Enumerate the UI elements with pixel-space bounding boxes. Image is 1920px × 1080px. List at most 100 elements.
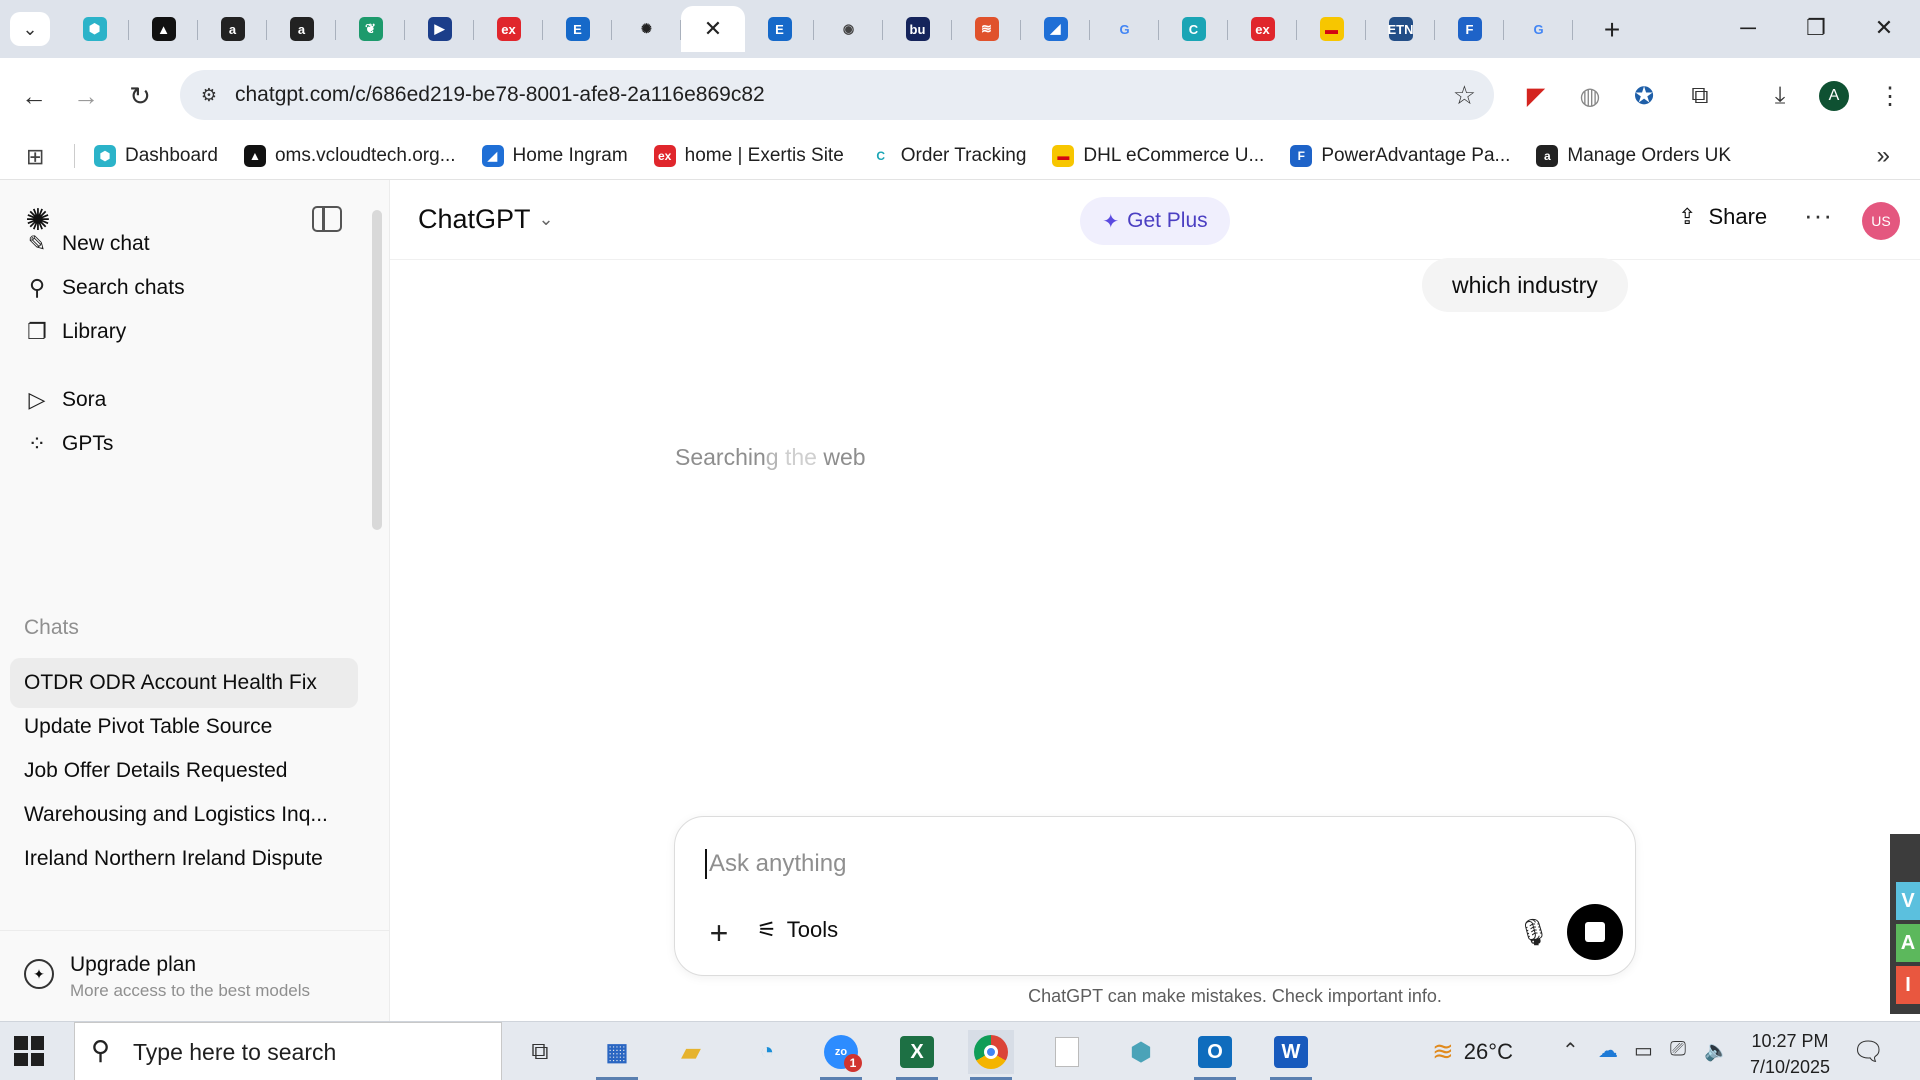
bookmark-item[interactable]: ▲ oms.vcloudtech.org... (243, 142, 456, 170)
add-attachment-button[interactable]: + (701, 915, 737, 951)
edge-widget[interactable]: V A I (1890, 834, 1920, 1014)
network-icon[interactable]: ⎚ (1670, 1038, 1686, 1061)
back-button[interactable]: ← (14, 76, 54, 116)
notepad-icon[interactable] (1044, 1030, 1090, 1074)
chevron-up-icon[interactable]: ⌃ (1562, 1038, 1579, 1063)
chat-history-item[interactable]: OTDR ODR Account Health Fix (10, 658, 358, 708)
close-tab-icon[interactable]: ✕ (704, 16, 722, 42)
file-explorer-icon[interactable]: ▰ (668, 1030, 714, 1074)
calculator-icon[interactable]: ▦ (594, 1030, 640, 1080)
get-plus-button[interactable]: ✦ Get Plus (1080, 197, 1230, 245)
browser-tab[interactable]: bu (883, 6, 952, 52)
system-clock[interactable]: 10:27 PM 7/10/2025 (1740, 1028, 1840, 1080)
site-info-icon[interactable]: ⚙ (196, 82, 222, 108)
active-tab[interactable]: ✕ (681, 6, 745, 52)
bookmark-item[interactable]: ◢ Home Ingram (481, 142, 628, 170)
browser-tab[interactable]: ex (474, 6, 543, 52)
browser-tab[interactable]: ≋ (952, 6, 1021, 52)
browser-tab[interactable]: G (1504, 6, 1573, 52)
browser-tab[interactable]: F (1435, 6, 1504, 52)
stop-generating-button[interactable] (1567, 904, 1623, 960)
chat-history-item[interactable]: Job Offer Details Requested (10, 746, 358, 796)
etn-icon: ETN (1388, 17, 1414, 41)
browser-tab[interactable]: ▲ (129, 6, 198, 52)
apps-grid-icon[interactable]: ⊞ (26, 144, 44, 170)
chat-history-item[interactable]: Update Pivot Table Source (10, 702, 358, 752)
close-window-button[interactable]: ✕ (1850, 8, 1918, 48)
zoom-icon[interactable]: zo 1 (818, 1030, 864, 1080)
more-options-icon[interactable]: ··· (1804, 200, 1833, 231)
volume-icon[interactable]: 🔈 (1704, 1038, 1729, 1063)
model-selector[interactable]: ChatGPT ⌄ (418, 204, 554, 235)
more-bookmarks-icon[interactable]: » (1877, 142, 1890, 170)
share-button[interactable]: ⇪ Share (1678, 204, 1767, 230)
outlook-icon[interactable]: O (1192, 1030, 1238, 1080)
bookmark-item[interactable]: ex home | Exertis Site (653, 142, 844, 170)
browser-tab[interactable]: ex (1228, 6, 1297, 52)
prompt-input[interactable] (709, 845, 1569, 883)
minimize-button[interactable]: ─ (1714, 8, 1782, 48)
chrome-icon[interactable] (968, 1030, 1014, 1080)
browser-tab[interactable]: G (1090, 6, 1159, 52)
bookmark-star-icon[interactable]: ☆ (1453, 80, 1476, 111)
browser-tab[interactable]: ◉ (814, 6, 883, 52)
browser-tab[interactable]: ✺ (612, 6, 681, 52)
download-icon[interactable]: ⤓ (1762, 78, 1798, 114)
browser-tab[interactable]: ⬢ (60, 6, 129, 52)
chat-history-item[interactable]: Ireland Northern Ireland Dispute (10, 834, 358, 884)
browser-tab[interactable]: C (1159, 6, 1228, 52)
task-view-icon[interactable]: ⧉ (517, 1030, 563, 1074)
sidebar-scrollbar[interactable] (372, 210, 382, 530)
browser-tab[interactable]: ▶ (405, 6, 474, 52)
chat-history-item[interactable]: Warehousing and Logistics Inq... (10, 790, 358, 840)
browser-tab[interactable]: ETN (1366, 6, 1435, 52)
extensions-puzzle-icon[interactable]: ⧉ (1682, 78, 1718, 114)
bookmark-item[interactable]: F PowerAdvantage Pa... (1290, 142, 1510, 170)
onedrive-icon[interactable]: ☁ (1598, 1038, 1618, 1063)
browser-tab[interactable]: E (745, 6, 814, 52)
edge-browser-icon[interactable]: ◔ (744, 1030, 790, 1074)
exertis-icon: ex (1250, 17, 1275, 41)
widget-tile: A (1896, 924, 1920, 962)
profile-avatar[interactable]: A (1816, 78, 1852, 114)
shield-extension-icon[interactable]: ✪ (1626, 78, 1662, 114)
user-avatar[interactable]: US (1862, 202, 1900, 240)
microphone-icon[interactable]: 🎙 (1517, 917, 1550, 948)
upgrade-plan-button[interactable]: ✦ Upgrade plan More access to the best m… (0, 930, 390, 1021)
clock-date: 7/10/2025 (1749, 1057, 1831, 1077)
browser-menu-icon[interactable]: ⋮ (1872, 78, 1908, 114)
tab-search-button[interactable]: ⌄ (10, 12, 50, 46)
word-icon[interactable]: W (1268, 1030, 1314, 1080)
browser-tab[interactable]: ▬ (1297, 6, 1366, 52)
sidebar-item-library[interactable]: ❐ Library (10, 308, 358, 356)
sidebar-item-search-chats[interactable]: ⚲ Search chats (10, 264, 358, 312)
tools-button[interactable]: ⚟ Tools (757, 917, 838, 943)
battery-icon[interactable]: ▭ (1634, 1038, 1653, 1063)
sidebar-item-gpts[interactable]: ⁘ GPTs (10, 420, 358, 468)
pdf-extension-icon[interactable]: ◤ (1518, 78, 1554, 114)
sidebar-item-sora[interactable]: ▷ Sora (10, 376, 358, 424)
weather-widget[interactable]: ≋ 26°C (1432, 1036, 1513, 1067)
notifications-icon[interactable]: 🗨 (1852, 1036, 1885, 1067)
address-bar[interactable]: ⚙ chatgpt.com/c/686ed219-be78-8001-afe8-… (180, 70, 1494, 120)
bookmark-item[interactable]: ▬ DHL eCommerce U... (1052, 142, 1264, 170)
taskbar-search[interactable]: ⚲ Type here to search (74, 1022, 502, 1080)
browser-tab[interactable]: a (198, 6, 267, 52)
app-hexagon-icon[interactable]: ⬢ (1118, 1030, 1164, 1074)
bookmark-item[interactable]: a Manage Orders UK (1536, 142, 1731, 170)
browser-tab[interactable]: E (543, 6, 612, 52)
bookmark-item[interactable]: C Order Tracking (870, 142, 1026, 170)
browser-tab[interactable]: ❦ (336, 6, 405, 52)
browser-tab[interactable]: a (267, 6, 336, 52)
excel-icon[interactable]: X (894, 1030, 940, 1080)
sidebar-item-new-chat[interactable]: ✎ New chat (10, 220, 358, 268)
reload-button[interactable]: ↻ (120, 76, 160, 116)
bookmark-item[interactable]: ⬢ Dashboard (94, 142, 218, 170)
browser-tab[interactable]: ◢ (1021, 6, 1090, 52)
globe-extension-icon[interactable]: ◍ (1572, 78, 1608, 114)
url-text[interactable]: chatgpt.com/c/686ed219-be78-8001-afe8-2a… (235, 83, 765, 107)
restore-button[interactable]: ❐ (1782, 8, 1850, 48)
new-tab-button[interactable]: + (1594, 12, 1630, 48)
forward-button[interactable]: → (66, 76, 106, 116)
windows-start-button[interactable] (14, 1036, 44, 1066)
